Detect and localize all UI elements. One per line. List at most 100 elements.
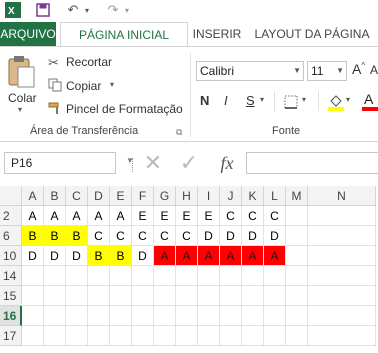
name-box[interactable]: P16 bbox=[4, 152, 116, 174]
excel-icon[interactable]: X bbox=[4, 2, 22, 18]
format-painter-label[interactable]: Pincel de Formatação bbox=[66, 102, 183, 116]
column-header[interactable]: N bbox=[308, 186, 376, 206]
row-header[interactable]: 2 bbox=[0, 206, 22, 226]
cell[interactable] bbox=[198, 326, 220, 346]
cell[interactable] bbox=[308, 306, 376, 326]
redo-icon[interactable]: ↷ bbox=[104, 2, 122, 18]
cell[interactable]: D bbox=[44, 246, 66, 266]
cell[interactable]: D bbox=[264, 226, 286, 246]
cell[interactable] bbox=[308, 226, 376, 246]
cell[interactable]: B bbox=[88, 246, 110, 266]
cell[interactable] bbox=[220, 326, 242, 346]
select-all-corner[interactable] bbox=[0, 186, 22, 206]
cell[interactable] bbox=[308, 206, 376, 226]
column-header[interactable]: C bbox=[66, 186, 88, 206]
cell[interactable] bbox=[308, 266, 376, 286]
cell[interactable]: E bbox=[154, 206, 176, 226]
cell[interactable] bbox=[286, 266, 308, 286]
cell[interactable] bbox=[154, 326, 176, 346]
cell[interactable] bbox=[286, 306, 308, 326]
cell[interactable]: D bbox=[132, 246, 154, 266]
cell[interactable] bbox=[88, 266, 110, 286]
cell[interactable] bbox=[286, 286, 308, 306]
cell[interactable] bbox=[22, 266, 44, 286]
column-header[interactable]: L bbox=[264, 186, 286, 206]
cell[interactable] bbox=[176, 266, 198, 286]
cell[interactable]: A bbox=[22, 206, 44, 226]
cell[interactable] bbox=[308, 246, 376, 266]
cell[interactable]: B bbox=[44, 226, 66, 246]
row-header[interactable]: 17 bbox=[0, 326, 22, 346]
cell[interactable] bbox=[286, 226, 308, 246]
row-header[interactable]: 16 bbox=[0, 306, 22, 326]
cell[interactable] bbox=[88, 326, 110, 346]
copy-icon[interactable] bbox=[48, 78, 64, 94]
copy-dropdown-icon[interactable]: ▾ bbox=[110, 80, 114, 89]
grow-font-icon[interactable]: A^ bbox=[352, 61, 365, 77]
cell[interactable]: E bbox=[198, 206, 220, 226]
cell[interactable] bbox=[220, 266, 242, 286]
paste-dropdown-icon[interactable]: ▾ bbox=[18, 105, 22, 114]
cell[interactable] bbox=[44, 286, 66, 306]
cell[interactable]: B bbox=[66, 226, 88, 246]
column-header[interactable]: J bbox=[220, 186, 242, 206]
cell[interactable] bbox=[88, 286, 110, 306]
row-header[interactable]: 15 bbox=[0, 286, 22, 306]
cancel-icon[interactable]: ✕ bbox=[140, 150, 166, 176]
cell[interactable]: A bbox=[242, 246, 264, 266]
cell[interactable]: A bbox=[264, 246, 286, 266]
cell[interactable] bbox=[242, 286, 264, 306]
column-header[interactable]: M bbox=[286, 186, 308, 206]
font-name-select[interactable]: Calibri ▼ bbox=[196, 61, 304, 81]
borders-icon[interactable] bbox=[284, 95, 298, 109]
cell[interactable] bbox=[220, 286, 242, 306]
cell[interactable]: D bbox=[22, 246, 44, 266]
column-header[interactable]: F bbox=[132, 186, 154, 206]
cell[interactable]: A bbox=[44, 206, 66, 226]
cell[interactable] bbox=[22, 326, 44, 346]
row-header[interactable]: 6 bbox=[0, 226, 22, 246]
cell[interactable]: A bbox=[110, 206, 132, 226]
underline-button[interactable]: S bbox=[246, 93, 255, 108]
column-header[interactable]: I bbox=[198, 186, 220, 206]
cell[interactable] bbox=[110, 306, 132, 326]
cell[interactable]: C bbox=[132, 226, 154, 246]
cell[interactable]: A bbox=[88, 206, 110, 226]
resize-handle[interactable] bbox=[132, 158, 134, 172]
undo-icon[interactable]: ↶ bbox=[64, 2, 82, 18]
cell[interactable] bbox=[308, 326, 376, 346]
tab-home[interactable]: PÁGINA INICIAL bbox=[60, 22, 188, 47]
cell[interactable]: C bbox=[242, 206, 264, 226]
cell[interactable]: D bbox=[242, 226, 264, 246]
cell[interactable] bbox=[286, 326, 308, 346]
cell[interactable] bbox=[242, 306, 264, 326]
cell[interactable] bbox=[286, 246, 308, 266]
bold-button[interactable]: N bbox=[200, 93, 209, 108]
cell[interactable] bbox=[132, 266, 154, 286]
cell[interactable] bbox=[198, 266, 220, 286]
cell[interactable] bbox=[110, 266, 132, 286]
cell[interactable] bbox=[264, 326, 286, 346]
cell[interactable] bbox=[66, 286, 88, 306]
cell[interactable]: C bbox=[154, 226, 176, 246]
cell[interactable] bbox=[264, 266, 286, 286]
format-painter-icon[interactable] bbox=[48, 101, 64, 117]
cell[interactable] bbox=[198, 306, 220, 326]
cell[interactable]: C bbox=[176, 226, 198, 246]
cell[interactable]: C bbox=[264, 206, 286, 226]
cell[interactable] bbox=[66, 326, 88, 346]
font-color-icon[interactable]: A bbox=[362, 91, 378, 111]
redo-dropdown-icon[interactable]: ▾ bbox=[122, 2, 132, 18]
fill-color-dropdown-icon[interactable]: ▾ bbox=[346, 95, 350, 104]
fill-color-icon[interactable] bbox=[328, 93, 344, 111]
cell[interactable] bbox=[154, 266, 176, 286]
cell[interactable] bbox=[132, 306, 154, 326]
cell[interactable] bbox=[44, 326, 66, 346]
column-header[interactable]: K bbox=[242, 186, 264, 206]
cell[interactable] bbox=[264, 306, 286, 326]
cell[interactable] bbox=[242, 266, 264, 286]
cell[interactable] bbox=[220, 306, 242, 326]
cell[interactable] bbox=[154, 286, 176, 306]
shrink-font-icon[interactable]: A bbox=[370, 63, 378, 77]
font-size-select[interactable]: 11 ▼ bbox=[307, 61, 347, 81]
